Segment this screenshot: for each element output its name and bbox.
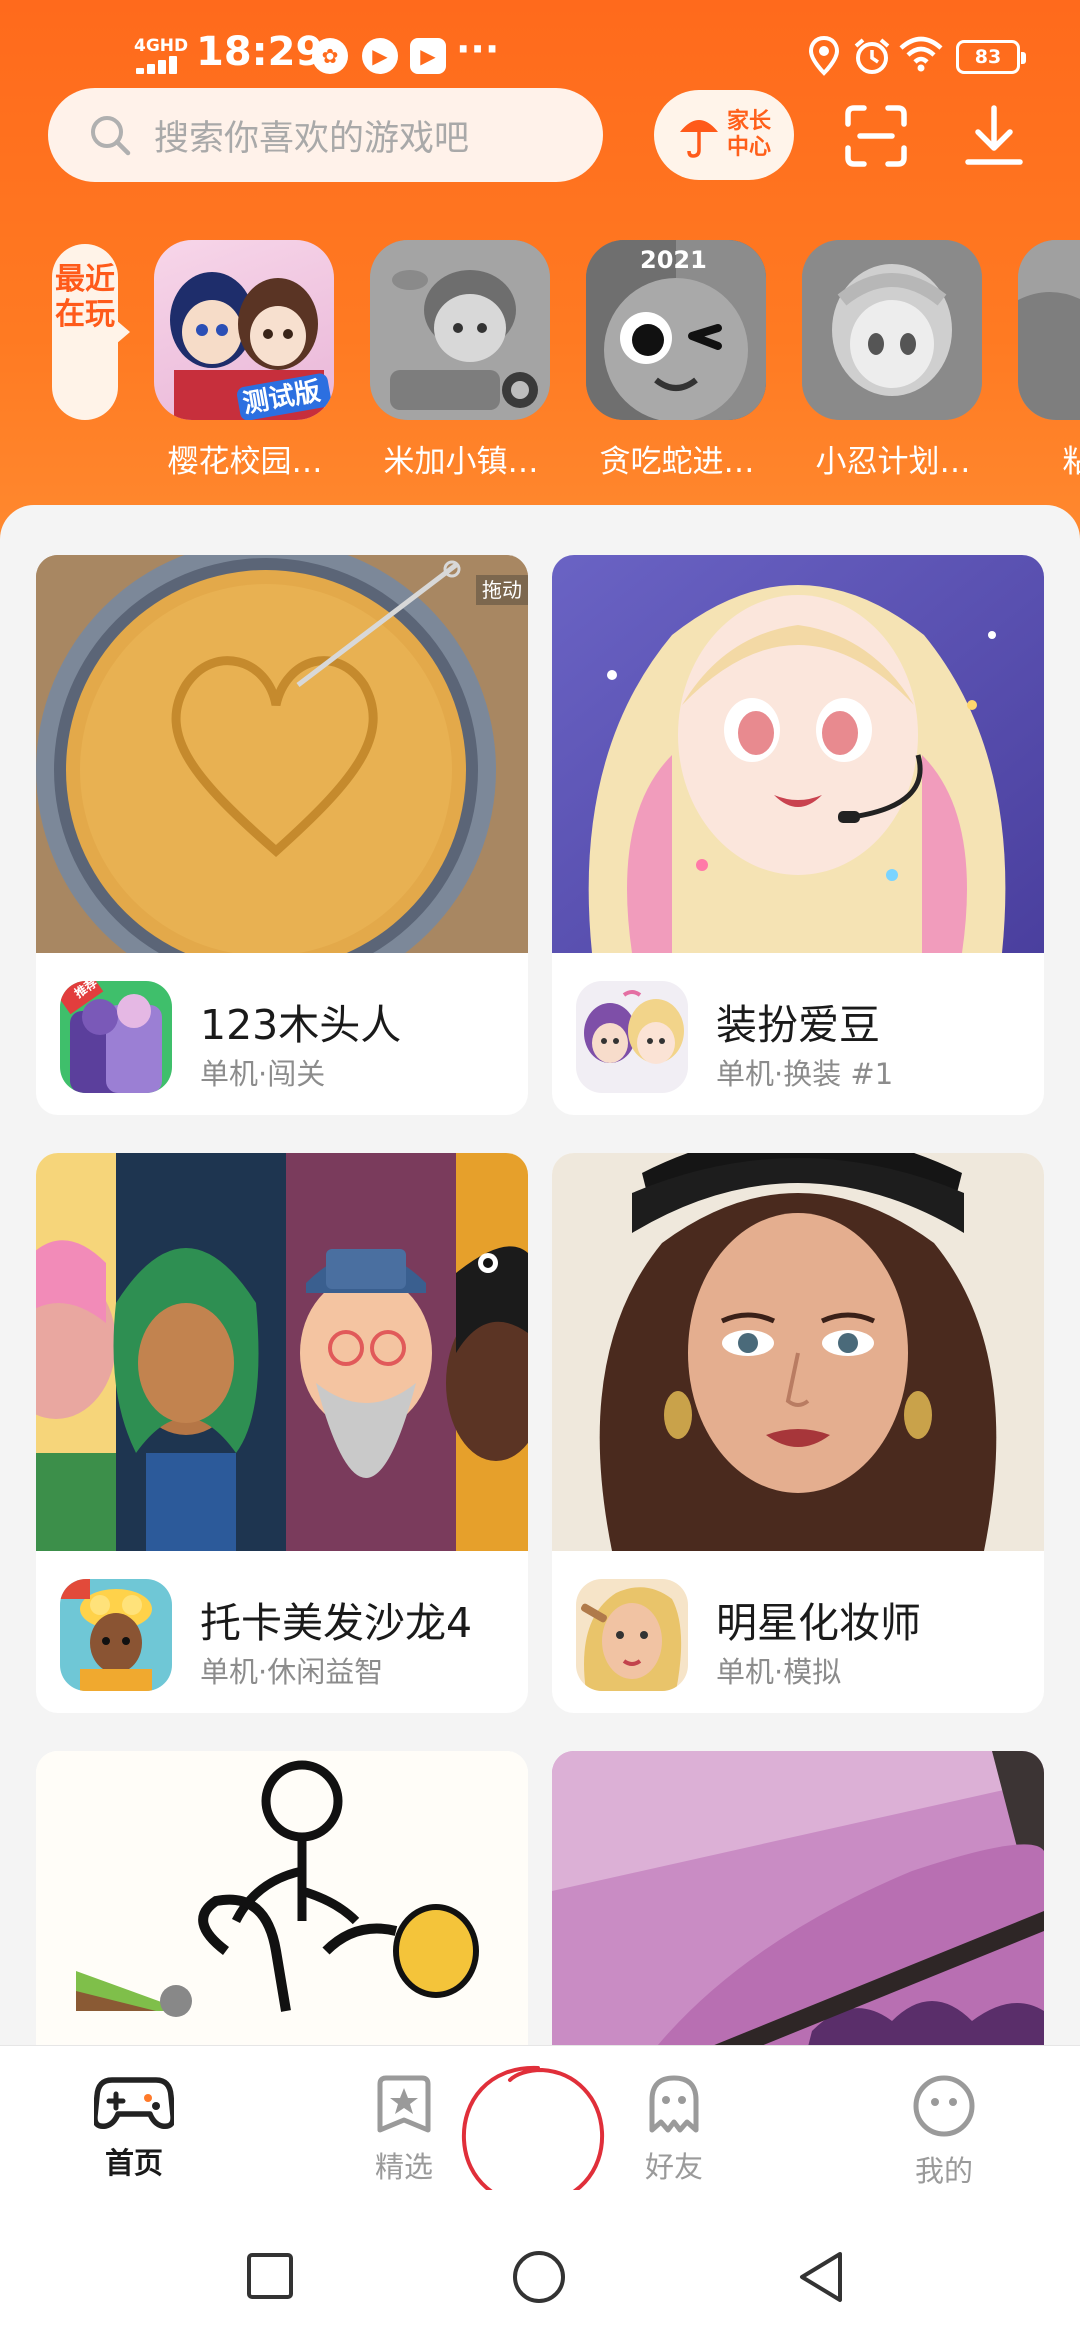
- featured-bookmark-icon: [377, 2075, 431, 2133]
- recent-game[interactable]: 测试版 樱花校园…: [154, 240, 334, 481]
- game-info: 明星化妆师 单机·模拟: [576, 1579, 1026, 1691]
- game-cover: [552, 1153, 1044, 1551]
- parent-center-label: 家长 中心: [726, 109, 771, 160]
- game-title: 123木头人: [200, 1001, 402, 1049]
- game-tags: 单机·闯关: [200, 1057, 326, 1091]
- home-icon[interactable]: [512, 2250, 566, 2304]
- recent-game-name: 小忍计划…: [815, 444, 971, 480]
- recent-game-name: 樱花校园…: [167, 444, 323, 480]
- clock: 18:29: [196, 29, 324, 75]
- wechat-notification-icon: ✿: [312, 38, 348, 74]
- tab-featured[interactable]: 精选: [344, 2074, 464, 2186]
- tab-label: 好友: [644, 2150, 703, 2184]
- alarm-icon: [854, 38, 890, 74]
- recent-label: 最近在玩: [52, 244, 130, 420]
- back-icon[interactable]: [796, 2250, 846, 2304]
- search-bar[interactable]: 搜索你喜欢的游戏吧: [48, 88, 603, 182]
- tab-label: 精选: [374, 2150, 433, 2184]
- game-card[interactable]: 明星化妆师 单机·模拟: [552, 1153, 1044, 1713]
- game-tags: 单机·模拟: [716, 1655, 842, 1689]
- game-info: 托卡美发沙龙4 单机·休闲益智: [60, 1579, 510, 1691]
- svg-text:拖动: 拖动: [482, 578, 522, 602]
- search-placeholder: 搜索你喜欢的游戏吧: [154, 118, 470, 159]
- recent-game-name: 贪吃蛇进…: [599, 444, 755, 480]
- game-icon: 2021: [586, 240, 766, 420]
- tab-label: 首页: [100, 2140, 168, 2184]
- game-cover: [36, 1751, 528, 2045]
- game-cover: 拖动: [36, 555, 528, 953]
- game-title: 托卡美发沙龙4: [200, 1599, 473, 1647]
- recent-game-name: 米加小镇…: [383, 444, 539, 480]
- gamepad-icon: [92, 2077, 176, 2130]
- game-cover: [552, 555, 1044, 953]
- search-icon: [91, 116, 131, 156]
- game-icon: [576, 981, 688, 1093]
- game-title: 明星化妆师: [716, 1599, 921, 1647]
- location-icon: [808, 36, 840, 76]
- ghost-icon: [649, 2075, 699, 2133]
- network-type: 4GHD: [134, 36, 189, 56]
- game-icon: 推荐: [60, 981, 172, 1093]
- game-cover: [552, 1751, 1044, 2045]
- game-card[interactable]: 托卡美发沙龙4 单机·休闲益智: [36, 1153, 528, 1713]
- game-info: 推荐 123木头人 单机·闯关: [60, 981, 510, 1093]
- tab-profile[interactable]: 我的: [884, 2074, 1004, 2190]
- status-bar: 4GHD 18:29 ✿ ▶ ▶ ··· 83: [0, 0, 1080, 80]
- game-icon: [60, 1579, 172, 1691]
- annotation-circle: [461, 2065, 605, 2207]
- game-icon: [370, 240, 550, 420]
- recent-game[interactable]: 粘土…: [1018, 240, 1080, 481]
- game-icon: [576, 1579, 688, 1691]
- wifi-icon: [899, 36, 943, 72]
- signal-icon: [136, 54, 188, 74]
- game-feed: 拖动 推荐 123木头人 单机·闯关 装扮爱豆 单机·换装 #1 托卡美发沙龙4…: [0, 505, 1080, 2045]
- more-notifications-icon: ···: [456, 27, 500, 71]
- scan-icon[interactable]: [840, 100, 912, 172]
- player-notification-icon: ▶: [410, 38, 446, 74]
- recent-games-strip: 最近在玩 测试版 樱花校园… 米加小镇… 2021 贪吃蛇进… 小忍计划… 粘: [0, 240, 1080, 490]
- game-card[interactable]: [36, 1751, 528, 2045]
- svg-text:2021: 2021: [640, 246, 707, 274]
- recent-apps-icon[interactable]: [246, 2252, 294, 2300]
- game-card[interactable]: 拖动 推荐 123木头人 单机·闯关: [36, 555, 528, 1115]
- recent-game[interactable]: 小忍计划…: [802, 240, 982, 481]
- umbrella-icon: [679, 120, 718, 158]
- game-tags: 单机·休闲益智: [200, 1655, 384, 1689]
- recent-game-name: 粘土…: [1062, 444, 1080, 480]
- game-title: 装扮爱豆: [716, 1001, 880, 1049]
- game-card[interactable]: 装扮爱豆 单机·换装 #1: [552, 555, 1044, 1115]
- game-cover: [36, 1153, 528, 1551]
- game-info: 装扮爱豆 单机·换装 #1: [576, 981, 1026, 1093]
- face-icon: [913, 2075, 975, 2137]
- parent-center-button[interactable]: 家长 中心: [654, 90, 794, 180]
- game-icon: 测试版: [154, 240, 334, 420]
- tab-label: 我的: [914, 2154, 973, 2188]
- system-nav-bar: [0, 2190, 1080, 2340]
- game-tags: 单机·换装 #1: [716, 1057, 894, 1091]
- download-icon[interactable]: [958, 100, 1030, 172]
- tab-friends[interactable]: 好友: [614, 2074, 734, 2186]
- battery-indicator: 83: [956, 40, 1026, 74]
- tab-home[interactable]: 首页: [74, 2074, 194, 2184]
- game-card[interactable]: [552, 1751, 1044, 2045]
- recent-game[interactable]: 米加小镇…: [370, 240, 550, 481]
- recent-game[interactable]: 2021 贪吃蛇进…: [586, 240, 766, 481]
- game-icon: [1018, 240, 1080, 420]
- game-icon: [802, 240, 982, 420]
- video-notification-icon: ▶: [362, 38, 398, 74]
